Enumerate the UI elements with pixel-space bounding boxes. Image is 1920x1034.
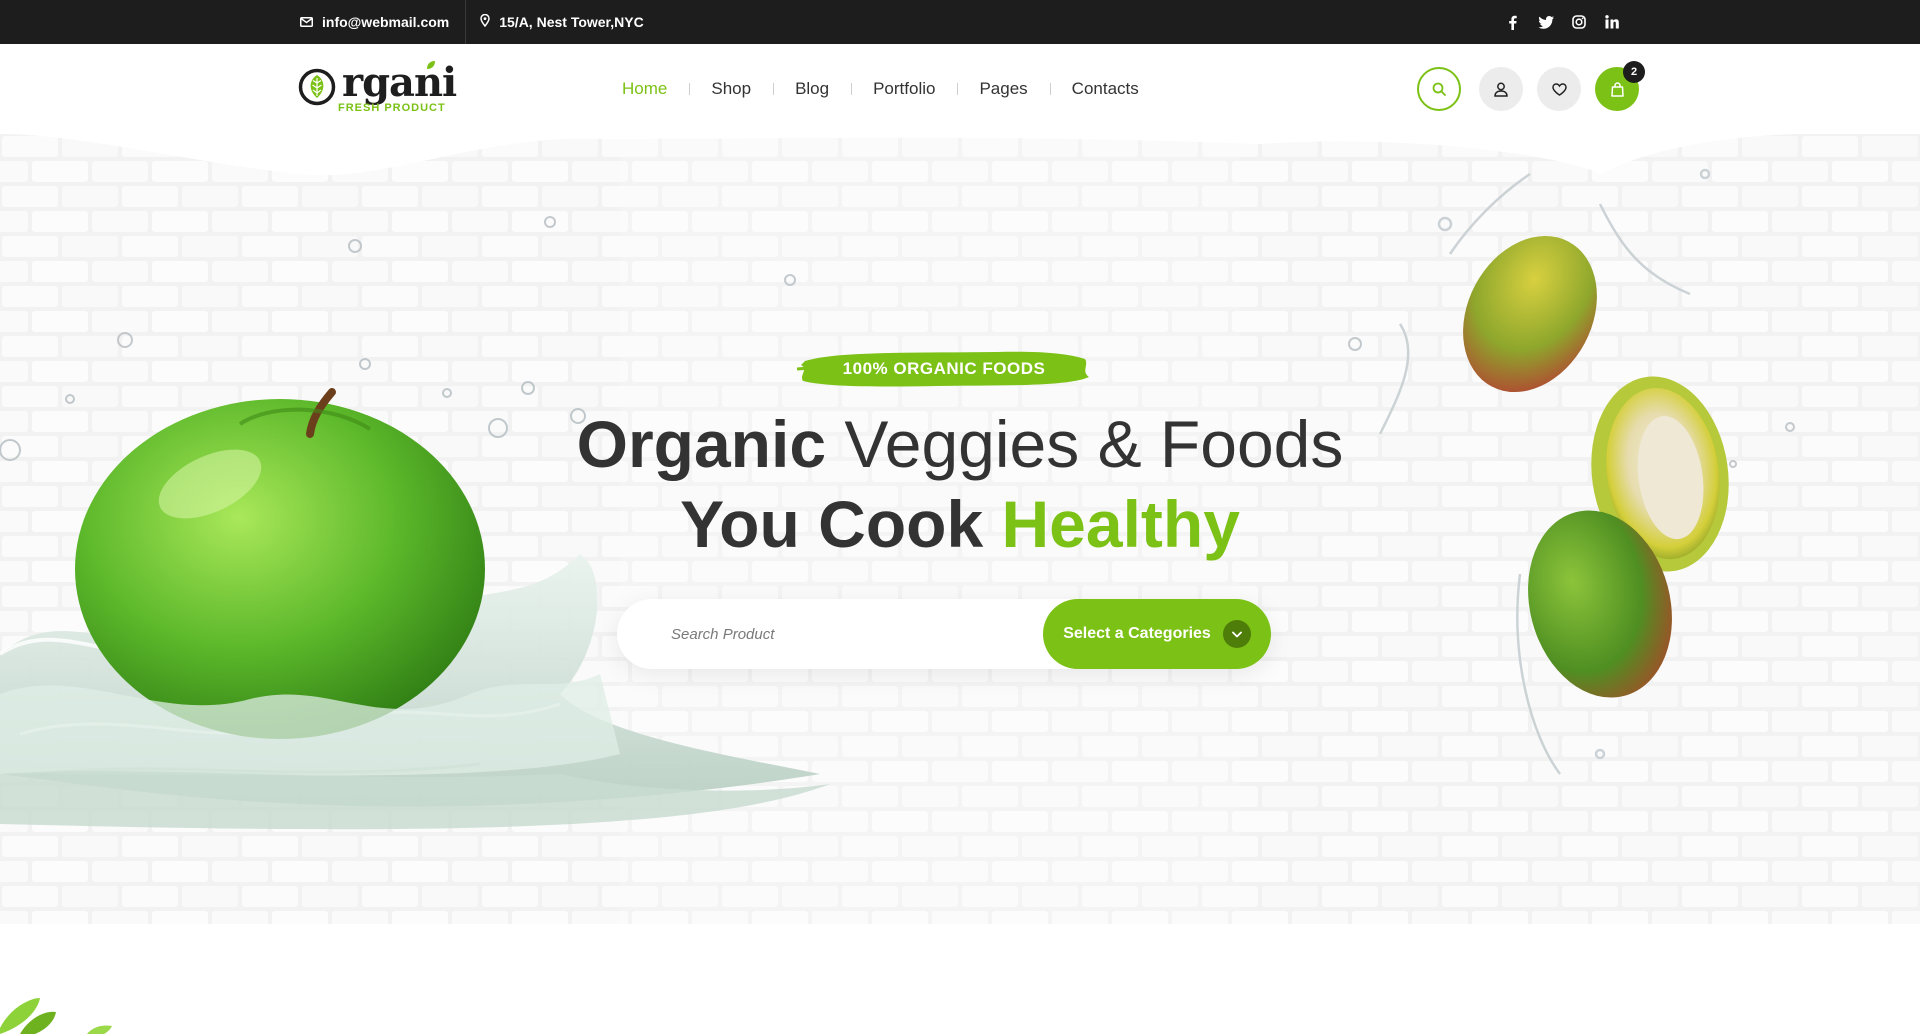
wishlist-button[interactable] xyxy=(1537,67,1581,111)
shopping-bag-icon xyxy=(1610,81,1624,97)
divider xyxy=(465,0,467,44)
nav-contacts[interactable]: Contacts xyxy=(1049,79,1161,99)
cart-count-badge: 2 xyxy=(1623,61,1645,83)
logo-wordmark: rgani xyxy=(342,59,457,106)
logo-leaf-dot xyxy=(427,61,435,69)
headline-you-cook: You Cook xyxy=(680,487,1002,561)
leaf-decoration xyxy=(0,998,112,1034)
user-icon xyxy=(1494,82,1508,97)
twitter-icon[interactable] xyxy=(1537,14,1554,31)
hero-content: 100% ORGANIC FOODS Organic Veggies & Foo… xyxy=(0,134,1920,924)
linkedin-icon[interactable] xyxy=(1603,14,1620,31)
chevron-down-icon xyxy=(1222,620,1251,648)
facebook-icon[interactable] xyxy=(1504,14,1521,31)
nav-shop[interactable]: Shop xyxy=(689,79,773,99)
main-nav: Home Shop Blog Portfolio Pages Contacts xyxy=(600,44,1161,134)
mail-icon xyxy=(300,14,313,30)
leaf-logo-icon xyxy=(298,68,336,106)
email-text: info@webmail.com xyxy=(322,14,450,30)
nav-pages[interactable]: Pages xyxy=(957,79,1049,99)
next-section xyxy=(0,924,1920,1034)
social-links xyxy=(1504,0,1620,44)
product-search-bar: Select a Categories xyxy=(617,599,1271,669)
nav-home[interactable]: Home xyxy=(600,79,689,99)
header-actions: 2 xyxy=(1417,61,1645,111)
select-category-label: Select a Categories xyxy=(1063,625,1211,642)
location-pin-icon xyxy=(480,13,490,30)
organic-badge: 100% ORGANIC FOODS xyxy=(842,359,1046,378)
nav-blog[interactable]: Blog xyxy=(773,79,851,99)
main-header: rgani FRESH PRODUCT Home Shop Blog Portf… xyxy=(0,44,1920,134)
account-button[interactable] xyxy=(1479,67,1523,111)
headline-veggies: Veggies & Foods xyxy=(826,407,1344,481)
email-link[interactable]: info@webmail.com xyxy=(300,0,449,44)
instagram-icon[interactable] xyxy=(1570,14,1587,31)
address-text: 15/A, Nest Tower,NYC xyxy=(499,14,644,30)
top-bar: info@webmail.com 15/A, Nest Tower,NYC xyxy=(0,0,1920,44)
logo-tagline: FRESH PRODUCT xyxy=(338,102,446,114)
logo[interactable]: rgani FRESH PRODUCT xyxy=(298,58,457,122)
cart-button[interactable]: 2 xyxy=(1595,61,1645,111)
hero-banner: 100% ORGANIC FOODS Organic Veggies & Foo… xyxy=(0,134,1920,924)
search-icon xyxy=(1432,82,1446,96)
headline-healthy: Healthy xyxy=(1001,487,1240,561)
nav-portfolio[interactable]: Portfolio xyxy=(851,79,957,99)
hero-headline: Organic Veggies & Foods You Cook Healthy xyxy=(460,404,1460,564)
headline-organic: Organic xyxy=(576,407,827,481)
contact-info: info@webmail.com 15/A, Nest Tower,NYC xyxy=(300,0,644,44)
search-product-input[interactable] xyxy=(671,619,1031,649)
address: 15/A, Nest Tower,NYC xyxy=(480,0,644,44)
search-button[interactable] xyxy=(1417,67,1461,111)
select-category-button[interactable]: Select a Categories xyxy=(1043,599,1271,669)
heart-icon xyxy=(1551,82,1567,96)
